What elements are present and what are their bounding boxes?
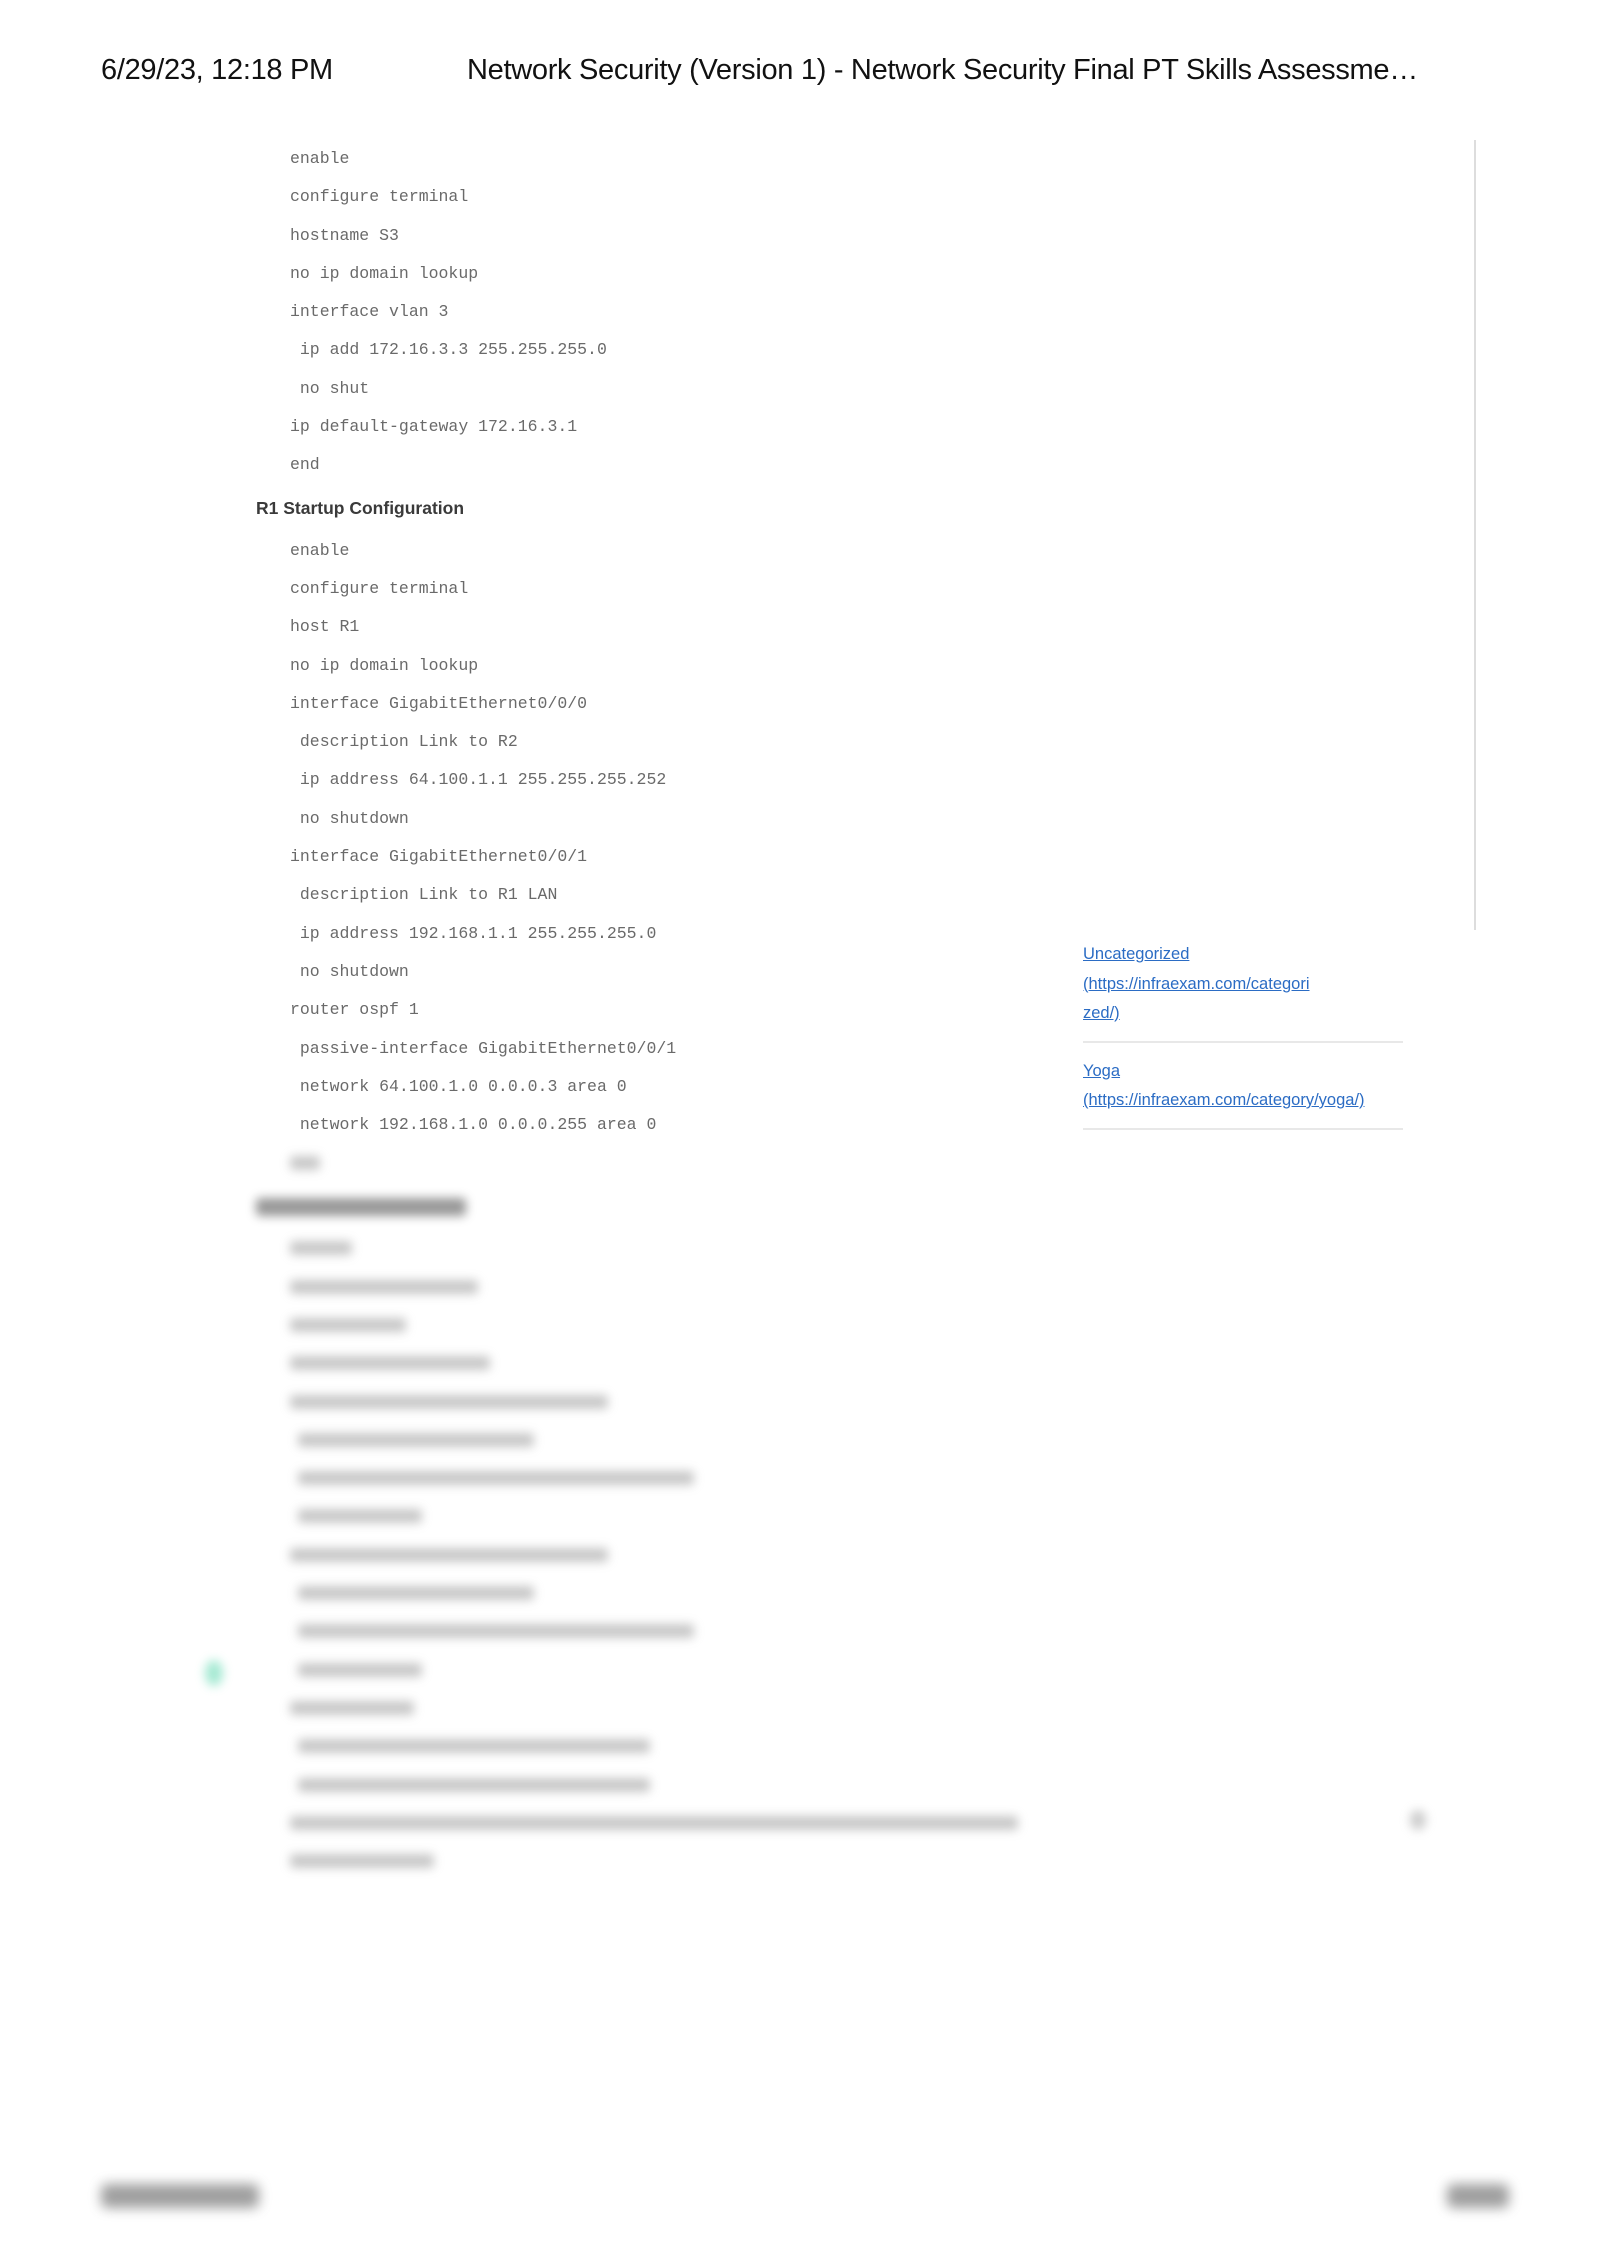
category-item-yoga: Yoga (https://infraexam.com/category/yog… — [1083, 1057, 1403, 1130]
footer-page-number-blurred — [1447, 2184, 1509, 2208]
categories-sidebar: Uncategorized (https://infraexam.com/cat… — [1083, 940, 1403, 1144]
category-link-uncategorized[interactable]: Uncategorized — [1083, 940, 1403, 970]
code-line: no ip domain lookup — [290, 263, 479, 283]
code-line: no shut — [290, 378, 370, 398]
print-title: Network Security (Version 1) - Network S… — [467, 54, 1418, 86]
r1-config-heading: R1 Startup Configuration — [256, 497, 465, 518]
print-footer — [0, 2178, 1600, 2218]
blurred-scroll-marker — [1410, 1810, 1426, 1830]
code-line: interface GigabitEthernet0/0/1 — [290, 847, 588, 867]
code-line: end — [290, 455, 320, 475]
category-link-yoga[interactable]: Yoga — [1083, 1057, 1403, 1087]
code-line: configure terminal — [290, 187, 469, 207]
footer-url-blurred — [101, 2184, 259, 2208]
code-line: configure terminal — [290, 578, 469, 598]
code-line: description Link to R1 LAN — [290, 885, 558, 905]
code-line: hostname S3 — [290, 225, 399, 245]
category-url-uncategorized[interactable]: (https://infraexam.com/categorized/) — [1083, 970, 1315, 1029]
code-line: description Link to R2 — [290, 732, 518, 752]
code-line: enable — [290, 149, 350, 168]
code-line: host R1 — [290, 617, 360, 637]
code-line: interface vlan 3 — [290, 302, 449, 322]
print-header: 6/29/23, 12:18 PM Network Security (Vers… — [0, 54, 1600, 94]
category-item-uncategorized: Uncategorized (https://infraexam.com/cat… — [1083, 940, 1403, 1043]
code-line: no shutdown — [290, 808, 409, 828]
code-line: ip address 64.100.1.1 255.255.255.252 — [290, 770, 667, 790]
blurred-content — [256, 1144, 1476, 1880]
s3-config-code: enable configure terminal hostname S3 no… — [290, 140, 1476, 485]
print-date: 6/29/23, 12:18 PM — [101, 54, 333, 86]
code-line: no ip domain lookup — [290, 655, 479, 675]
blurred-code — [290, 1230, 1476, 1881]
code-line: enable — [290, 540, 350, 560]
code-line: ip default-gateway 172.16.3.1 — [290, 417, 578, 437]
code-line: interface GigabitEthernet0/0/0 — [290, 693, 588, 713]
code-line: ip add 172.16.3.3 255.255.255.0 — [290, 340, 607, 360]
blurred-heading — [256, 1186, 1476, 1226]
category-url-yoga[interactable]: (https://infraexam.com/category/yoga/) — [1083, 1086, 1403, 1116]
blurred-green-marker — [205, 1660, 223, 1686]
